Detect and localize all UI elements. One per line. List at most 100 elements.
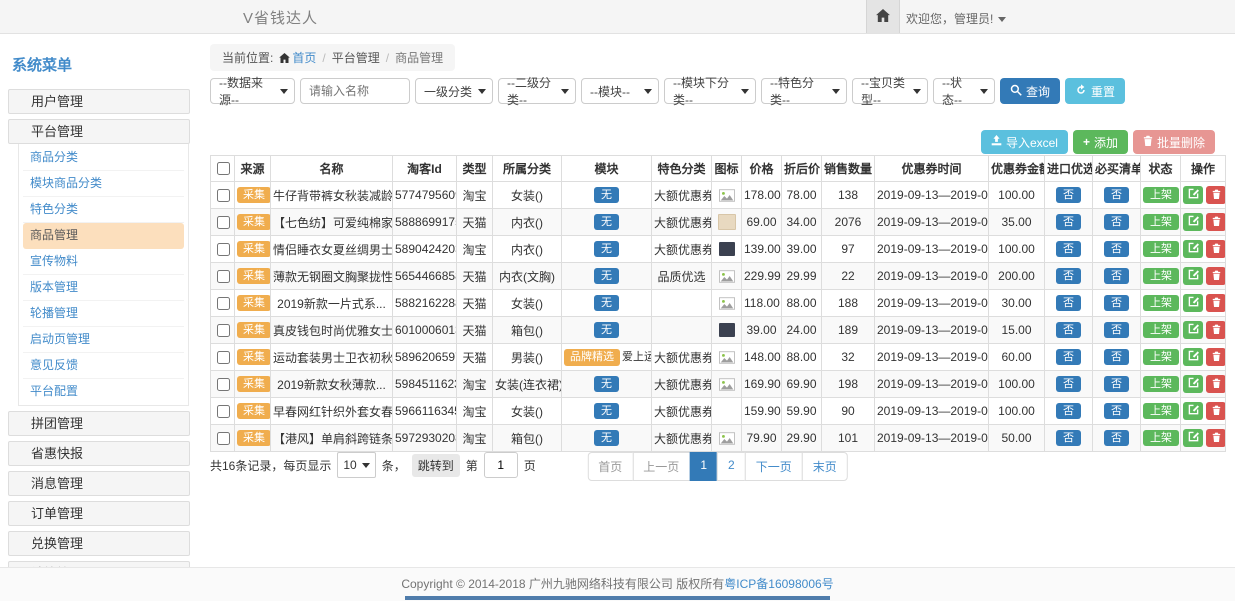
sidebar-item-7[interactable]: 启动页管理	[23, 327, 184, 353]
status-button[interactable]: 上架	[1143, 376, 1179, 393]
edit-button[interactable]	[1183, 267, 1203, 285]
sidebar-item-9[interactable]: 平台配置	[23, 379, 184, 404]
delete-button[interactable]	[1206, 348, 1226, 366]
row-checkbox[interactable]	[217, 297, 230, 310]
home-button[interactable]	[866, 0, 900, 33]
breadcrumb-home-link[interactable]: 首页	[292, 51, 316, 65]
icp-link[interactable]: 粤ICP备16098006号	[724, 577, 833, 591]
pager-button-3[interactable]: 2	[717, 452, 746, 481]
search-button[interactable]: 查询	[1000, 78, 1060, 104]
status-button[interactable]: 上架	[1143, 322, 1179, 339]
delete-button[interactable]	[1206, 240, 1226, 258]
add-button[interactable]: + 添加	[1073, 130, 1128, 154]
user-menu[interactable]: 欢迎您，管理员!	[906, 10, 1006, 27]
pager-button-2[interactable]: 1	[689, 452, 718, 481]
must-buy-toggle[interactable]: 否	[1104, 376, 1129, 393]
sidebar-item-8[interactable]: 意见反馈	[23, 353, 184, 379]
filter-select-0[interactable]: --数据来源--	[210, 78, 295, 104]
import-select-toggle[interactable]: 否	[1056, 376, 1081, 393]
status-button[interactable]: 上架	[1143, 187, 1179, 204]
import-select-toggle[interactable]: 否	[1056, 295, 1081, 312]
import-select-toggle[interactable]: 否	[1056, 403, 1081, 420]
status-button[interactable]: 上架	[1143, 268, 1179, 285]
edit-button[interactable]	[1183, 294, 1203, 312]
delete-button[interactable]	[1206, 267, 1226, 285]
sidebar-item-2[interactable]: 特色分类	[23, 197, 184, 223]
edit-button[interactable]	[1183, 402, 1203, 420]
import-select-toggle[interactable]: 否	[1056, 241, 1081, 258]
sidebar-section-4[interactable]: 消息管理	[8, 471, 190, 496]
jump-button[interactable]: 跳转到	[412, 454, 460, 477]
per-page-select[interactable]: 10	[337, 452, 375, 478]
status-button[interactable]: 上架	[1143, 295, 1179, 312]
must-buy-toggle[interactable]: 否	[1104, 187, 1129, 204]
import-select-toggle[interactable]: 否	[1056, 187, 1081, 204]
reset-button[interactable]: 重置	[1065, 78, 1125, 104]
edit-button[interactable]	[1183, 213, 1203, 231]
filter-select-5[interactable]: --模块下分类--	[664, 78, 756, 104]
row-checkbox[interactable]	[217, 378, 230, 391]
must-buy-toggle[interactable]: 否	[1104, 268, 1129, 285]
sidebar-section-5[interactable]: 订单管理	[8, 501, 190, 526]
delete-button[interactable]	[1206, 402, 1226, 420]
sidebar-item-5[interactable]: 版本管理	[23, 275, 184, 301]
edit-button[interactable]	[1183, 186, 1203, 204]
name-search-input[interactable]	[300, 78, 410, 104]
delete-button[interactable]	[1206, 375, 1226, 393]
sidebar-item-6[interactable]: 轮播管理	[23, 301, 184, 327]
pager-button-4[interactable]: 下一页	[745, 452, 803, 481]
must-buy-toggle[interactable]: 否	[1104, 214, 1129, 231]
sidebar-section-6[interactable]: 兑换管理	[8, 531, 190, 556]
edit-button[interactable]	[1183, 429, 1203, 447]
batch-delete-button[interactable]: 批量删除	[1133, 130, 1215, 154]
status-button[interactable]: 上架	[1143, 214, 1179, 231]
select-all-checkbox[interactable]	[217, 162, 230, 175]
status-button[interactable]: 上架	[1143, 430, 1179, 447]
pager-button-0[interactable]: 首页	[587, 452, 633, 481]
sidebar-section-0[interactable]: 用户管理	[8, 89, 190, 114]
must-buy-toggle[interactable]: 否	[1104, 322, 1129, 339]
must-buy-toggle[interactable]: 否	[1104, 241, 1129, 258]
row-checkbox[interactable]	[217, 243, 230, 256]
delete-button[interactable]	[1206, 186, 1226, 204]
sidebar-item-3[interactable]: 商品管理	[23, 223, 184, 249]
import-select-toggle[interactable]: 否	[1056, 214, 1081, 231]
delete-button[interactable]	[1206, 321, 1226, 339]
filter-select-2[interactable]: 一级分类	[415, 78, 493, 104]
edit-button[interactable]	[1183, 240, 1203, 258]
must-buy-toggle[interactable]: 否	[1104, 430, 1129, 447]
delete-button[interactable]	[1206, 213, 1226, 231]
sidebar-item-4[interactable]: 宣传物料	[23, 249, 184, 275]
row-checkbox[interactable]	[217, 270, 230, 283]
import-select-toggle[interactable]: 否	[1056, 349, 1081, 366]
filter-select-8[interactable]: --状态--	[933, 78, 995, 104]
must-buy-toggle[interactable]: 否	[1104, 295, 1129, 312]
import-select-toggle[interactable]: 否	[1056, 430, 1081, 447]
status-button[interactable]: 上架	[1143, 403, 1179, 420]
import-select-toggle[interactable]: 否	[1056, 268, 1081, 285]
import-excel-button[interactable]: 导入excel	[981, 130, 1068, 154]
sidebar-section-3[interactable]: 省惠快报	[8, 441, 190, 466]
filter-select-6[interactable]: --特色分类--	[761, 78, 847, 104]
edit-button[interactable]	[1183, 321, 1203, 339]
page-number-input[interactable]	[484, 452, 518, 478]
edit-button[interactable]	[1183, 348, 1203, 366]
sidebar-item-1[interactable]: 模块商品分类	[23, 171, 184, 197]
must-buy-toggle[interactable]: 否	[1104, 403, 1129, 420]
row-checkbox[interactable]	[217, 351, 230, 364]
delete-button[interactable]	[1206, 294, 1226, 312]
edit-button[interactable]	[1183, 375, 1203, 393]
status-button[interactable]: 上架	[1143, 349, 1179, 366]
delete-button[interactable]	[1206, 429, 1226, 447]
sidebar-section-2[interactable]: 拼团管理	[8, 411, 190, 436]
filter-select-3[interactable]: --二级分类--	[498, 78, 576, 104]
sidebar-item-0[interactable]: 商品分类	[23, 145, 184, 171]
row-checkbox[interactable]	[217, 216, 230, 229]
filter-select-4[interactable]: --模块--	[581, 78, 659, 104]
sidebar-section-1[interactable]: 平台管理	[8, 119, 190, 144]
import-select-toggle[interactable]: 否	[1056, 322, 1081, 339]
row-checkbox[interactable]	[217, 189, 230, 202]
pager-button-5[interactable]: 末页	[802, 452, 848, 481]
status-button[interactable]: 上架	[1143, 241, 1179, 258]
pager-button-1[interactable]: 上一页	[632, 452, 690, 481]
